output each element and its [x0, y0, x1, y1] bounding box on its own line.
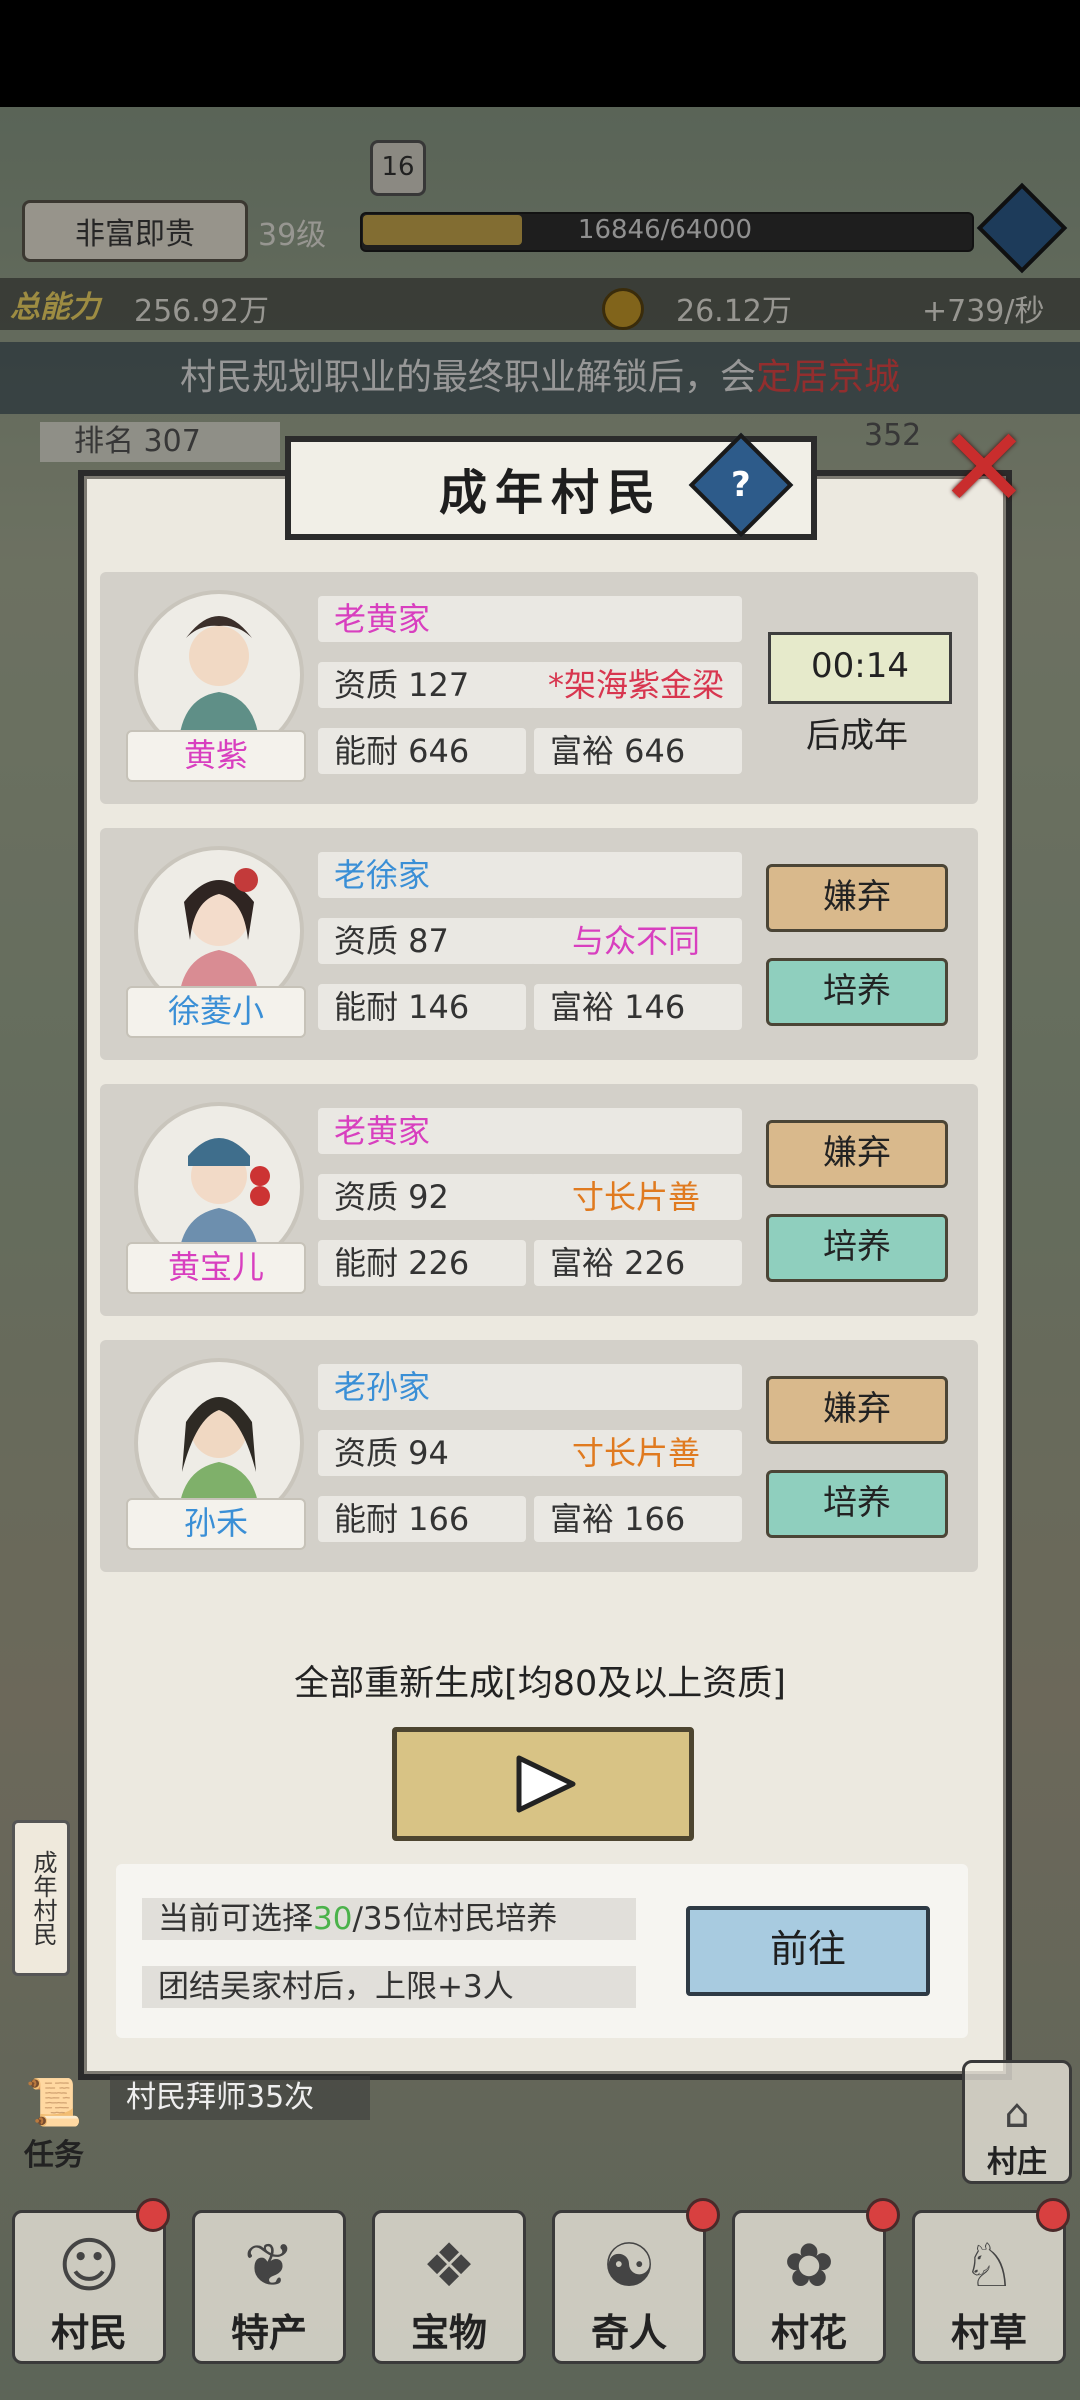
sage-icon: ☯	[602, 2231, 656, 2301]
flower-icon: ✿	[783, 2231, 835, 2301]
help-glyph: ?	[731, 464, 751, 505]
nav-specialty[interactable]: ❦ 特产	[192, 2210, 346, 2364]
villager-wealth: 富裕 226	[534, 1240, 742, 1286]
villager-family: 老徐家	[318, 852, 742, 898]
basket-icon: ❦	[243, 2231, 295, 2301]
villager-family: 老黄家	[318, 1108, 742, 1154]
reject-button[interactable]: 嫌弃	[766, 864, 948, 932]
train-button[interactable]: 培养	[766, 1214, 948, 1282]
nav-village-handsome[interactable]: ♘ 村草	[912, 2210, 1066, 2364]
selectable-suffix: /35位村民培养	[352, 1901, 558, 1937]
villager-family: 老孙家	[318, 1364, 742, 1410]
train-button[interactable]: 培养	[766, 958, 948, 1026]
treasure-icon: ❖	[422, 2231, 476, 2301]
villager-name: 黄紫	[126, 730, 306, 782]
villager-aptitude: 资质 94	[318, 1430, 536, 1476]
close-icon[interactable]: ✕	[930, 413, 1038, 526]
villager-ability: 能耐 146	[318, 984, 526, 1030]
villager-wealth: 富裕 166	[534, 1496, 742, 1542]
goto-button[interactable]: 前往	[686, 1906, 930, 1996]
scroll-icon: 📜	[25, 2075, 83, 2129]
nav-label: 村草	[950, 2311, 1027, 2355]
notification-dot	[1036, 2198, 1070, 2232]
nav-label: 宝物	[410, 2311, 487, 2355]
villager-trait: 寸长片善	[530, 1174, 742, 1220]
villager-family: 老黄家	[318, 596, 742, 642]
villager-name: 徐菱小	[126, 986, 306, 1038]
villager-wealth: 富裕 646	[534, 728, 742, 774]
selectable-prefix: 当前可选择	[158, 1901, 313, 1937]
notification-dot	[686, 2198, 720, 2232]
villager-aptitude: 资质 87	[318, 918, 536, 964]
villager-trait: 与众不同	[530, 918, 742, 964]
village-button[interactable]: ⌂ 村庄	[962, 2060, 1072, 2184]
villager-name: 孙禾	[126, 1498, 306, 1550]
nav-strange-people[interactable]: ☯ 奇人	[552, 2210, 706, 2364]
modal-title: 成年村民	[438, 465, 663, 521]
notification-dot	[136, 2198, 170, 2232]
limit-hint-line: 团结吴家村后，上限+3人	[142, 1966, 636, 2008]
selectable-count-line: 当前可选择30/35位村民培养	[142, 1898, 636, 1940]
villager-name: 黄宝儿	[126, 1242, 306, 1294]
train-button[interactable]: 培养	[766, 1470, 948, 1538]
villager-ability: 能耐 646	[318, 728, 526, 774]
villager-ability: 能耐 166	[318, 1496, 526, 1542]
regenerate-video-button[interactable]	[392, 1727, 694, 1841]
nav-label: 村民	[50, 2311, 127, 2355]
left-tab-adult-villagers[interactable]: 成年村民	[12, 1820, 70, 1976]
villager-wealth: 富裕 146	[534, 984, 742, 1030]
nav-label: 村花	[770, 2311, 847, 2355]
villager-trait: *架海紫金梁	[530, 662, 742, 708]
timer-note: 后成年	[806, 716, 908, 756]
nav-label: 奇人	[590, 2311, 667, 2355]
reject-button[interactable]: 嫌弃	[766, 1376, 948, 1444]
regenerate-label: 全部重新生成[均80及以上资质]	[294, 1664, 786, 1704]
reject-button[interactable]: 嫌弃	[766, 1120, 948, 1188]
adult-timer: 00:14	[768, 632, 952, 704]
nav-villagers[interactable]: ☺ 村民	[12, 2210, 166, 2364]
villager-trait: 寸长片善	[530, 1430, 742, 1476]
villager-aptitude: 资质 92	[318, 1174, 536, 1220]
house-icon: ⌂	[1004, 2091, 1030, 2137]
play-icon	[516, 1755, 576, 1813]
nav-treasure[interactable]: ❖ 宝物	[372, 2210, 526, 2364]
task-text: 村民拜师35次	[110, 2076, 370, 2120]
nav-label: 特产	[230, 2311, 307, 2355]
villager-ability: 能耐 226	[318, 1240, 526, 1286]
nav-village-beauty[interactable]: ✿ 村花	[732, 2210, 886, 2364]
notification-dot	[866, 2198, 900, 2232]
man-icon: ♘	[962, 2231, 1016, 2301]
task-button[interactable]: 📜 任务	[14, 2064, 94, 2174]
task-label: 任务	[24, 2138, 84, 2173]
village-label: 村庄	[987, 2145, 1047, 2180]
villager-icon: ☺	[57, 2231, 121, 2301]
selectable-number: 30	[313, 1901, 353, 1937]
villager-aptitude: 资质 127	[318, 662, 536, 708]
